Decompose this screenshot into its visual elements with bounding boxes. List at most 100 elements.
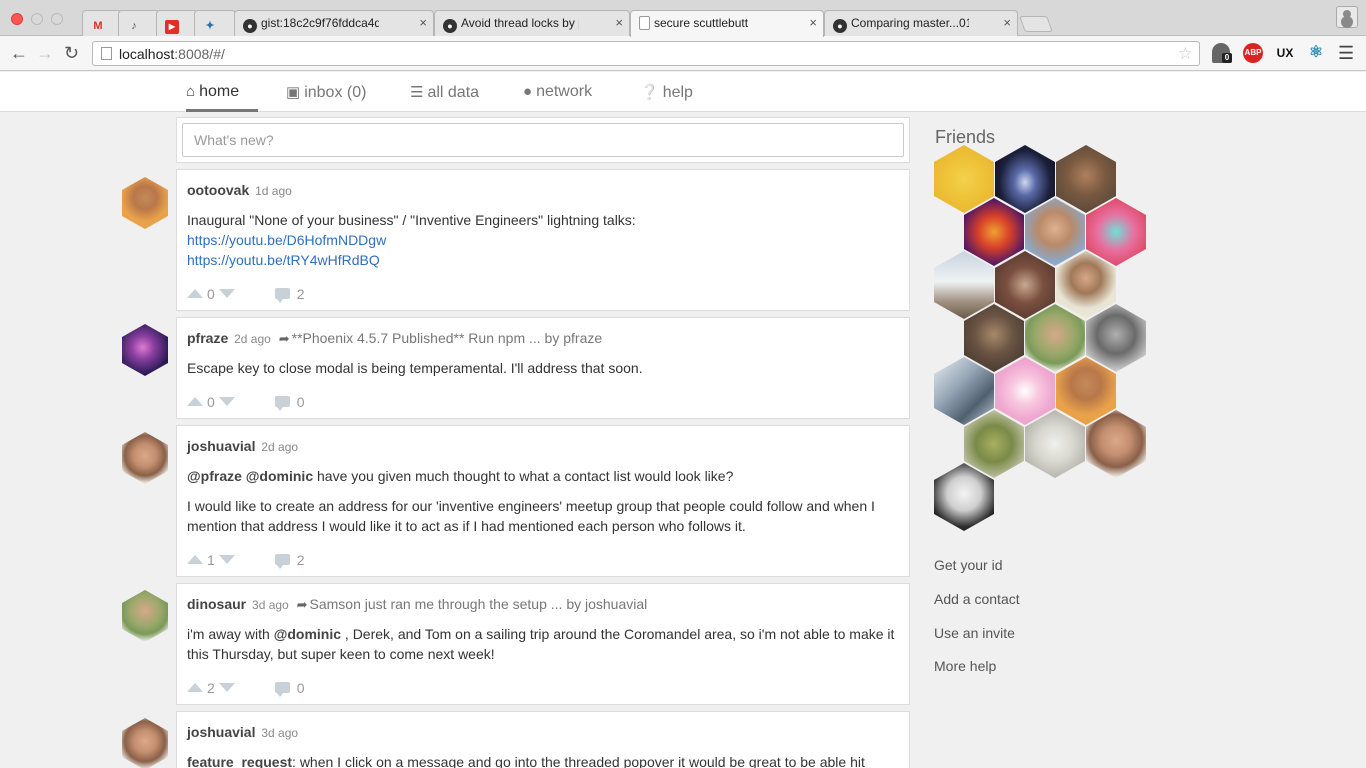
friend-avatar[interactable]	[934, 145, 994, 213]
comments-button[interactable]: 2	[274, 552, 305, 569]
post-link[interactable]: https://youtu.be/tRY4wHfRdBQ	[187, 252, 380, 268]
post-author[interactable]: ootoovak	[187, 182, 249, 198]
whats-new-input[interactable]	[182, 123, 904, 157]
comments-button[interactable]: 0	[274, 680, 304, 697]
downvote-icon[interactable]	[218, 397, 235, 406]
close-window-button[interactable]	[11, 13, 23, 25]
network-extension-icon[interactable]: ⚛	[1306, 43, 1326, 63]
friend-avatar[interactable]	[1025, 198, 1085, 266]
friend-avatar[interactable]	[1025, 304, 1085, 372]
adblock-extension-icon[interactable]: ABP	[1243, 43, 1263, 63]
tab-secure-scuttlebutt[interactable]: secure scuttlebutt ×	[630, 10, 824, 37]
post-author[interactable]: dinosaur	[187, 596, 246, 612]
tab-gist[interactable]: ●gist:18c2c9f76fddca4d58 ×	[234, 10, 434, 36]
avatar[interactable]	[122, 324, 168, 376]
friend-avatar[interactable]	[1056, 357, 1116, 425]
upvote-icon[interactable]	[187, 397, 203, 406]
tab-audio[interactable]: ♪	[118, 10, 160, 36]
profile-icon[interactable]	[1336, 6, 1358, 28]
friend-avatar[interactable]	[995, 357, 1055, 425]
post-timestamp[interactable]: 1d ago	[255, 184, 292, 198]
friend-avatar[interactable]	[964, 410, 1024, 478]
post-timestamp[interactable]: 2d ago	[261, 440, 298, 454]
friend-avatar[interactable]	[934, 463, 994, 531]
friend-avatar[interactable]	[1056, 251, 1116, 319]
post-body: @pfraze @dominic have you given much tho…	[187, 466, 897, 536]
friend-avatar[interactable]	[1086, 410, 1146, 478]
tab-gmail[interactable]: M	[82, 10, 122, 36]
post-author[interactable]: joshuavial	[187, 724, 255, 740]
nav-help[interactable]: ❔ help	[640, 72, 693, 112]
friend-avatar[interactable]	[995, 251, 1055, 319]
use-invite-link[interactable]: Use an invite	[934, 625, 1015, 641]
upvote-icon[interactable]	[187, 683, 203, 692]
mention[interactable]: @dominic	[246, 468, 313, 484]
close-tab-icon[interactable]: ×	[419, 15, 427, 30]
friend-avatar[interactable]	[1086, 198, 1146, 266]
upvote-icon[interactable]	[187, 289, 203, 298]
friend-avatar[interactable]	[964, 198, 1024, 266]
reply-reference[interactable]: **Phoenix 4.5.7 Published** Run npm ... …	[292, 330, 603, 346]
maximize-window-button[interactable]	[51, 13, 63, 25]
friend-avatar[interactable]	[934, 357, 994, 425]
adblock-label: ABP	[1244, 48, 1262, 57]
comment-count: 2	[296, 552, 305, 568]
ghostery-extension-icon[interactable]: 0	[1212, 43, 1232, 63]
avatar[interactable]	[122, 718, 168, 768]
comments-button[interactable]: 0	[274, 394, 305, 411]
address-bar[interactable]: localhost:8008/#/ ☆	[92, 41, 1200, 66]
tab-app[interactable]: ✦	[194, 10, 236, 36]
comment-count: 0	[296, 394, 305, 410]
forward-icon[interactable]: →	[36, 42, 54, 64]
downvote-icon[interactable]	[218, 683, 235, 692]
friend-avatar[interactable]	[1056, 145, 1116, 213]
new-tab-button[interactable]	[1019, 16, 1053, 32]
tab-youtube[interactable]: ▶	[156, 10, 198, 36]
bookmark-star-icon[interactable]: ☆	[1178, 44, 1193, 64]
nav-home[interactable]: ⌂ home	[186, 72, 258, 112]
close-tab-icon[interactable]: ×	[1003, 15, 1011, 30]
minimize-window-button[interactable]	[31, 13, 43, 25]
reload-icon[interactable]: ↻	[64, 42, 79, 64]
avatar[interactable]	[122, 432, 168, 484]
vote-count: 2	[207, 680, 215, 696]
nav-network[interactable]: ● network	[523, 72, 592, 112]
add-contact-link[interactable]: Add a contact	[934, 591, 1020, 607]
nav-all-data[interactable]: ☰ all data	[410, 72, 479, 112]
back-icon[interactable]: ←	[10, 42, 28, 64]
mention[interactable]: feature_request	[187, 754, 292, 768]
post-author[interactable]: joshuavial	[187, 438, 255, 454]
reply-reference[interactable]: Samson just ran me through the setup ...…	[310, 596, 648, 612]
friend-avatar[interactable]	[995, 145, 1055, 213]
post-text: Inaugural "None of your business" / "Inv…	[187, 212, 636, 228]
downvote-icon[interactable]	[218, 289, 235, 298]
tab-comparing-master[interactable]: ●Comparing master...01-06- ×	[824, 10, 1018, 36]
comments-button[interactable]: 2	[274, 286, 304, 303]
mention[interactable]: @pfraze	[187, 468, 242, 484]
github-icon: ●	[243, 19, 257, 33]
close-tab-icon[interactable]: ×	[809, 15, 817, 30]
post-timestamp[interactable]: 3d ago	[261, 726, 298, 740]
avatar[interactable]	[122, 590, 168, 642]
post-link[interactable]: https://youtu.be/D6HofmNDDgw	[187, 232, 386, 248]
friend-avatar[interactable]	[934, 251, 994, 319]
nav-inbox[interactable]: ▣ inbox (0)	[286, 72, 366, 112]
post-header: joshuavial 3d ago	[187, 724, 298, 740]
friend-avatar[interactable]	[1086, 304, 1146, 372]
more-help-link[interactable]: More help	[934, 658, 996, 674]
post-timestamp[interactable]: 2d ago	[234, 332, 271, 346]
upvote-icon[interactable]	[187, 555, 203, 564]
downvote-icon[interactable]	[218, 555, 235, 564]
post-author[interactable]: pfraze	[187, 330, 228, 346]
tab-avoid-thread-locks[interactable]: ●Avoid thread locks by pfra ×	[434, 10, 630, 36]
comment-icon	[274, 396, 290, 411]
avatar[interactable]	[122, 177, 168, 229]
mention[interactable]: @dominic	[274, 626, 341, 642]
ux-extension-icon[interactable]: UX	[1275, 43, 1295, 63]
get-your-id-link[interactable]: Get your id	[934, 557, 1002, 573]
close-tab-icon[interactable]: ×	[615, 15, 623, 30]
menu-icon[interactable]: ☰	[1338, 43, 1354, 63]
friend-avatar[interactable]	[964, 304, 1024, 372]
friend-avatar[interactable]	[1025, 410, 1085, 478]
post-timestamp[interactable]: 3d ago	[252, 598, 289, 612]
